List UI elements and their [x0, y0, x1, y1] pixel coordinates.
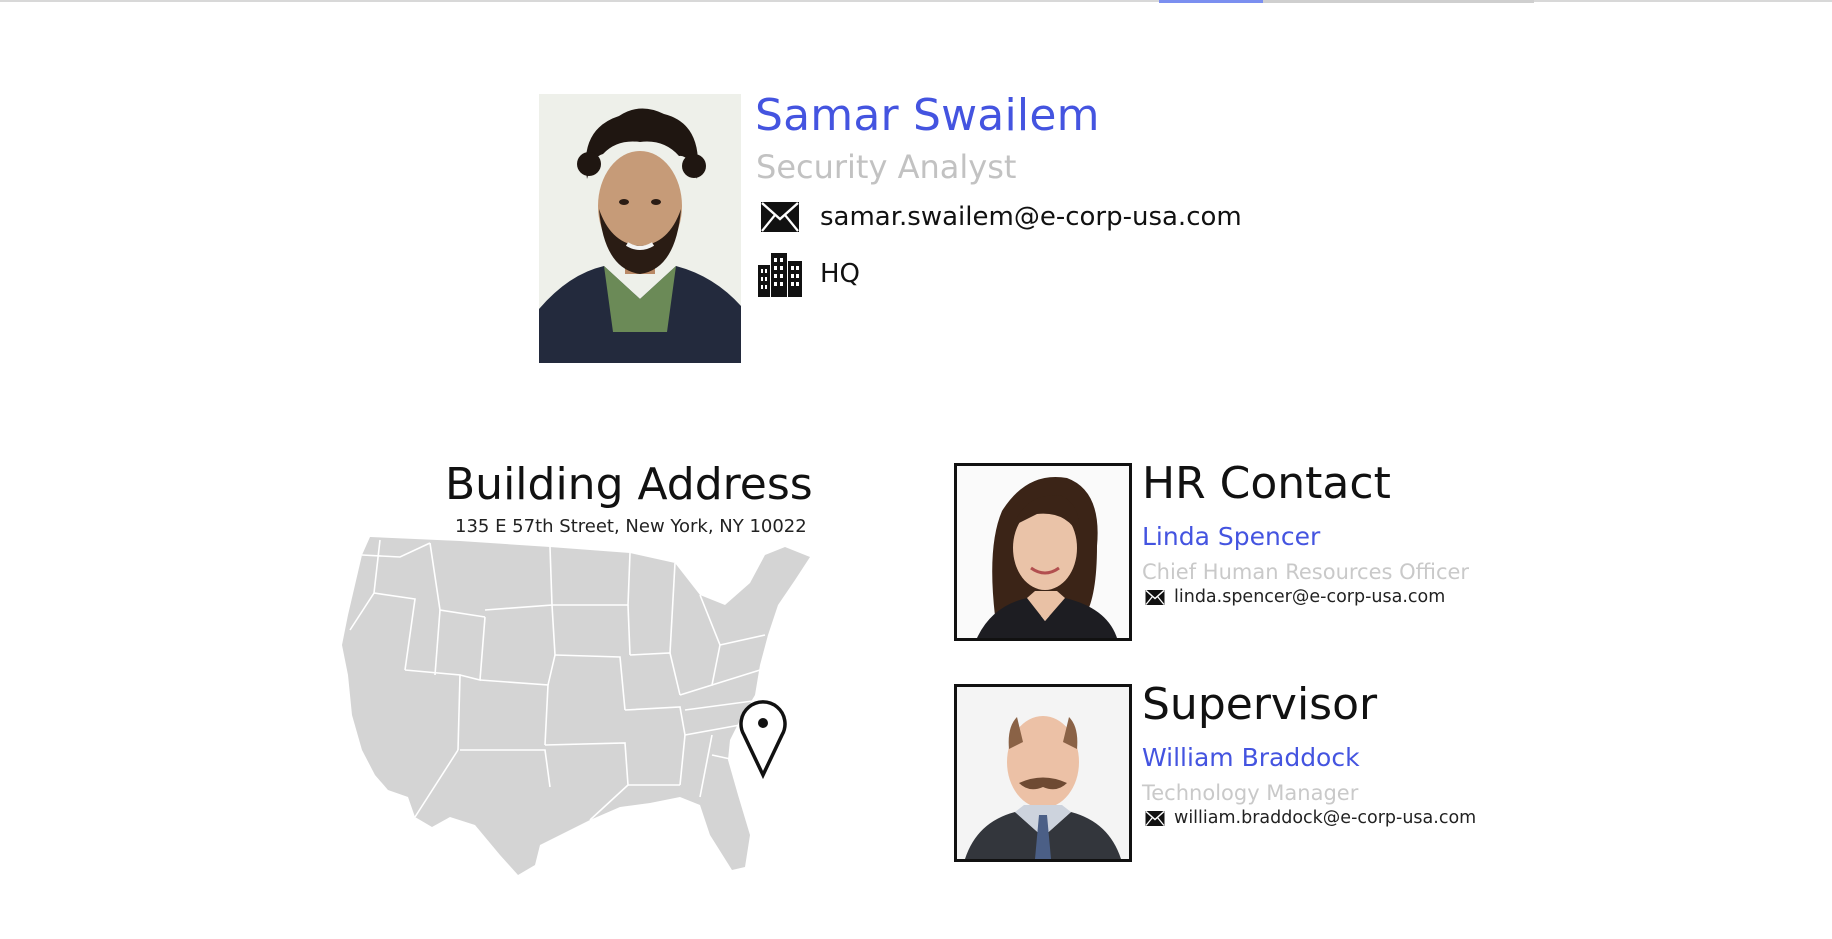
profile-office-row: HQ: [758, 252, 861, 297]
map-pin-icon: [739, 700, 787, 780]
hr-contact-email[interactable]: linda.spencer@e-corp-usa.com: [1174, 587, 1445, 607]
profile-email[interactable]: samar.swailem@e-corp-usa.com: [820, 202, 1242, 232]
tab-indicator: [1159, 0, 1534, 3]
tab-indicator-active: [1159, 0, 1263, 3]
envelope-icon: [1145, 810, 1167, 826]
hr-contact-heading: HR Contact: [1142, 458, 1391, 509]
top-divider: [0, 0, 1832, 2]
profile-email-row: samar.swailem@e-corp-usa.com: [758, 195, 1242, 239]
us-map-outline: [342, 537, 810, 875]
building-heading: Building Address: [445, 459, 813, 510]
envelope-icon: [1145, 589, 1167, 605]
supervisor-title: Technology Manager: [1142, 781, 1359, 805]
supervisor-heading: Supervisor: [1142, 679, 1378, 730]
supervisor-photo: [954, 684, 1132, 862]
profile-name: Samar Swailem: [755, 90, 1100, 141]
profile-title: Security Analyst: [756, 148, 1017, 186]
supervisor-name[interactable]: William Braddock: [1142, 743, 1360, 772]
building-address: 135 E 57th Street, New York, NY 10022: [455, 516, 807, 537]
supervisor-email[interactable]: william.braddock@e-corp-usa.com: [1174, 808, 1476, 828]
supervisor-email-row: william.braddock@e-corp-usa.com: [1145, 808, 1476, 828]
hr-contact-name[interactable]: Linda Spencer: [1142, 522, 1320, 551]
profile-office: HQ: [820, 259, 861, 289]
hr-contact-photo: [954, 463, 1132, 641]
us-map: [340, 535, 900, 880]
buildings-icon: [758, 252, 802, 297]
hr-contact-email-row: linda.spencer@e-corp-usa.com: [1145, 587, 1445, 607]
envelope-icon: [758, 195, 802, 239]
profile-photo: [539, 94, 741, 363]
hr-contact-title: Chief Human Resources Officer: [1142, 560, 1470, 584]
